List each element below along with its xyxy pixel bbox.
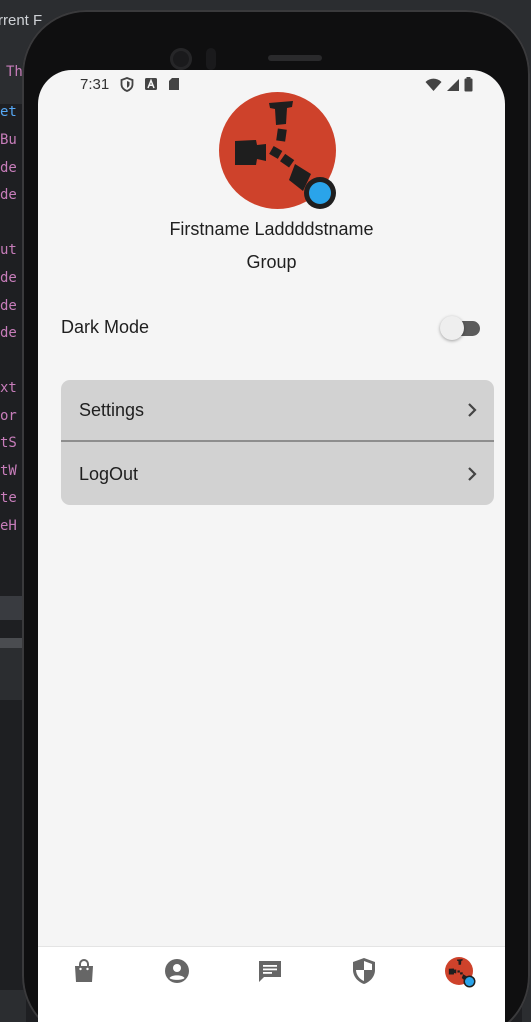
status-icons-right [425,77,473,92]
battery-icon [464,77,473,92]
a-box-icon [145,78,157,90]
ide-title: rrent F [0,12,43,29]
message-icon [259,961,281,982]
dark-mode-label: Dark Mode [61,317,150,337]
settings-label: Settings [79,399,145,420]
settings-menu-item[interactable]: Settings [61,380,494,442]
ide-tab-label: Th [6,64,23,80]
speaker-grille [268,55,322,61]
status-time: 7:31 [80,76,110,93]
shopping-bag-icon [75,958,93,982]
profile-name: Firstname Laddddstname [169,219,374,239]
chevron-right-icon [468,467,477,481]
cell-signal-icon [447,78,459,91]
profile-avatar-icon [445,957,474,986]
logout-label: LogOut [79,463,139,484]
nav-shop-button[interactable] [68,955,100,987]
menu-card: Settings LogOut [61,380,494,505]
wifi-icon [425,78,442,91]
app-screen: 7:31 Firstname Laddddstname Group Dark M… [38,70,505,1022]
shield-outline-icon [120,77,134,92]
nav-account-button[interactable] [443,955,475,987]
account-circle-icon [165,959,189,983]
chevron-right-icon [468,403,477,417]
nav-messages-button[interactable] [254,955,286,987]
online-status-badge [304,177,336,209]
nav-security-button[interactable] [348,955,380,987]
sensor [206,48,216,70]
logout-menu-item[interactable]: LogOut [61,443,494,505]
bottom-navigation [38,946,505,1022]
toggle-thumb [440,316,464,340]
camera-icon [170,48,192,70]
shield-icon [353,958,375,984]
status-icons-left [120,77,180,92]
sd-card-icon [169,78,179,90]
profile-group: Group [246,252,297,272]
dark-mode-toggle[interactable] [440,315,482,341]
ide-status-bar [0,990,26,1022]
nav-profile-button[interactable] [161,955,193,987]
